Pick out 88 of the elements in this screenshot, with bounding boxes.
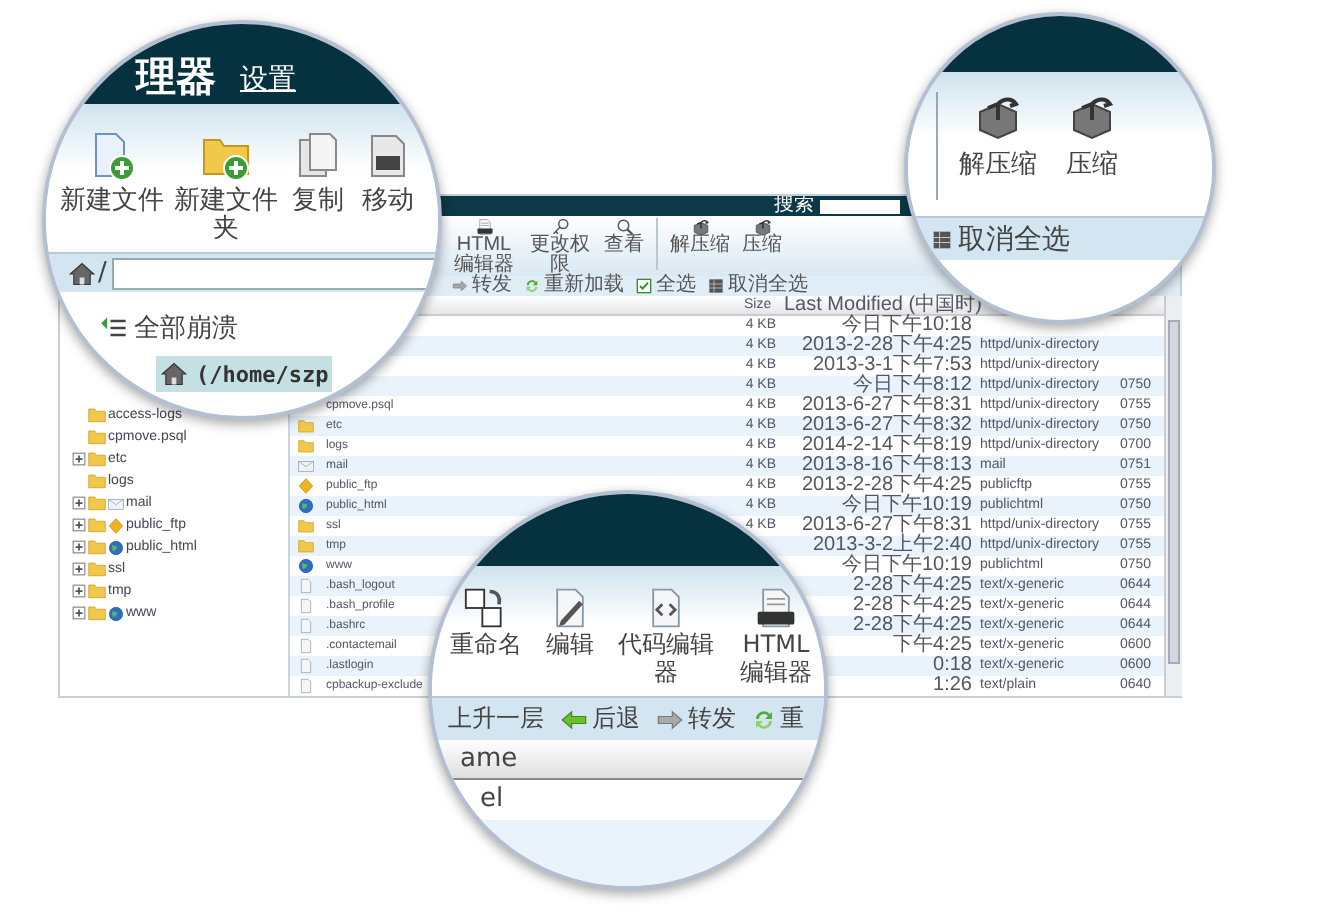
folder-path: (/home/szp xyxy=(196,361,329,387)
nav-button[interactable]: 重 xyxy=(752,702,804,736)
diamond-icon xyxy=(108,517,124,533)
search-field[interactable] xyxy=(820,199,900,213)
selected-folder-row[interactable]: (/home/szp xyxy=(156,356,333,392)
toolbar-button[interactable]: 重命名 xyxy=(448,586,524,658)
path-root: / xyxy=(98,258,107,288)
toolbar-button[interactable]: 查看 xyxy=(604,218,644,256)
toolbar-button[interactable]: 复制 xyxy=(288,132,348,216)
path-field[interactable] xyxy=(112,257,438,289)
toolbar-button[interactable]: 压缩 xyxy=(1062,72,1122,180)
nav-button[interactable]: 重新加载 xyxy=(524,276,624,296)
nav-button[interactable]: 上升一层 xyxy=(448,702,544,736)
table-cell: 2013-3-2上午2:40 xyxy=(813,534,972,556)
document-icon xyxy=(475,218,493,236)
toolbar-button[interactable]: 移动 xyxy=(358,132,418,216)
column-header: ame xyxy=(460,742,518,778)
grid-icon[interactable] xyxy=(932,229,952,249)
pages-icon xyxy=(294,132,342,180)
toolbar-button[interactable]: HTML编辑器 xyxy=(452,218,516,276)
table-cell: 2014-2-14下午8:19 xyxy=(801,434,972,456)
expand-icon[interactable] xyxy=(72,540,86,554)
toolbar-button[interactable]: HTML编辑器 xyxy=(736,586,816,686)
home-icon xyxy=(68,259,96,287)
mail-icon xyxy=(108,495,124,511)
toolbar-button[interactable]: 编辑 xyxy=(544,586,596,658)
nav-button[interactable]: 全选 xyxy=(636,276,696,296)
deselect-all-link[interactable]: 取消全选 xyxy=(958,221,1070,257)
toolbar-button[interactable]: 压缩 xyxy=(742,218,782,256)
globe-icon xyxy=(298,498,314,514)
refresh-icon xyxy=(752,707,776,731)
search-icon xyxy=(615,218,633,236)
nav-button[interactable]: 转发 xyxy=(656,702,736,736)
nav-button[interactable]: 后退 xyxy=(560,702,640,736)
toolbar-button[interactable]: 新建文件夹 xyxy=(174,132,278,244)
globe-icon xyxy=(298,558,314,574)
arrow-right-icon xyxy=(656,705,684,733)
arrow-right-icon xyxy=(452,278,468,294)
table-cell: 下午4:25 xyxy=(893,634,972,656)
app-title: 理器 xyxy=(136,52,216,100)
expand-icon[interactable] xyxy=(72,562,86,576)
table-cell: 今日下午10:19 xyxy=(841,554,972,576)
table-cell: 2013-2-28下午4:25 xyxy=(801,334,972,356)
table-cell: 2013-6-27下午8:31 xyxy=(801,394,972,416)
table-cell: 2013-3-1下午7:53 xyxy=(813,354,972,376)
table-cell: 今日下午10:19 xyxy=(841,494,972,516)
expand-icon[interactable] xyxy=(72,606,86,620)
refresh-icon xyxy=(524,278,540,294)
table-cell: 2013-6-27下午8:32 xyxy=(801,414,972,436)
globe-icon xyxy=(108,605,124,621)
home-icon xyxy=(160,360,188,388)
table-cell: 2013-6-27下午8:31 xyxy=(801,514,972,536)
box-arrow-icon xyxy=(691,218,709,236)
table-cell: 今日下午10:18 xyxy=(841,314,972,336)
toolbar-button[interactable]: 解压缩 xyxy=(958,72,1038,180)
nav-button[interactable]: 取消全选 xyxy=(708,276,808,296)
grid-icon xyxy=(708,278,724,294)
expand-icon[interactable] xyxy=(72,452,86,466)
toolbar-button[interactable]: 更改权限 xyxy=(528,218,592,276)
checkbox-icon xyxy=(636,278,652,294)
box-arrow-icon xyxy=(974,92,1022,140)
box-arrow-icon xyxy=(1068,92,1116,140)
key-icon xyxy=(551,218,569,236)
arrow-left-icon xyxy=(560,705,588,733)
box-arrow-icon xyxy=(753,218,771,236)
table-cell: 2-28下午4:25 xyxy=(853,574,972,596)
settings-link[interactable]: 设置 xyxy=(240,60,296,100)
expand-icon[interactable] xyxy=(72,518,86,532)
expand-icon[interactable] xyxy=(72,584,86,598)
expand-icon[interactable] xyxy=(72,496,86,510)
table-cell: 0:18 xyxy=(933,654,972,676)
globe-icon xyxy=(108,539,124,555)
table-cell: 2-28下午4:25 xyxy=(853,614,972,636)
table-cell: 2-28下午4:25 xyxy=(853,594,972,616)
table-cell-text: el xyxy=(480,782,504,818)
table-cell: 2013-8-16下午8:13 xyxy=(801,454,972,476)
collapse-all-link[interactable]: 全部崩溃 xyxy=(134,310,238,346)
table-cell: 今日下午8:12 xyxy=(853,374,972,396)
list-icon[interactable] xyxy=(100,314,128,342)
toolbar-button[interactable]: 新建文件 xyxy=(60,132,164,216)
toolbar-button[interactable]: 代码编辑器 xyxy=(616,586,716,686)
scrollbar[interactable] xyxy=(1164,296,1182,696)
document-icon xyxy=(754,586,798,630)
toolbar-button[interactable]: 解压缩 xyxy=(670,218,730,256)
table-cell: 1:26 xyxy=(933,674,972,696)
table-cell: 2013-2-28下午4:25 xyxy=(801,474,972,496)
rename-icon xyxy=(464,586,508,630)
nav-button[interactable]: 转发 xyxy=(452,276,512,296)
